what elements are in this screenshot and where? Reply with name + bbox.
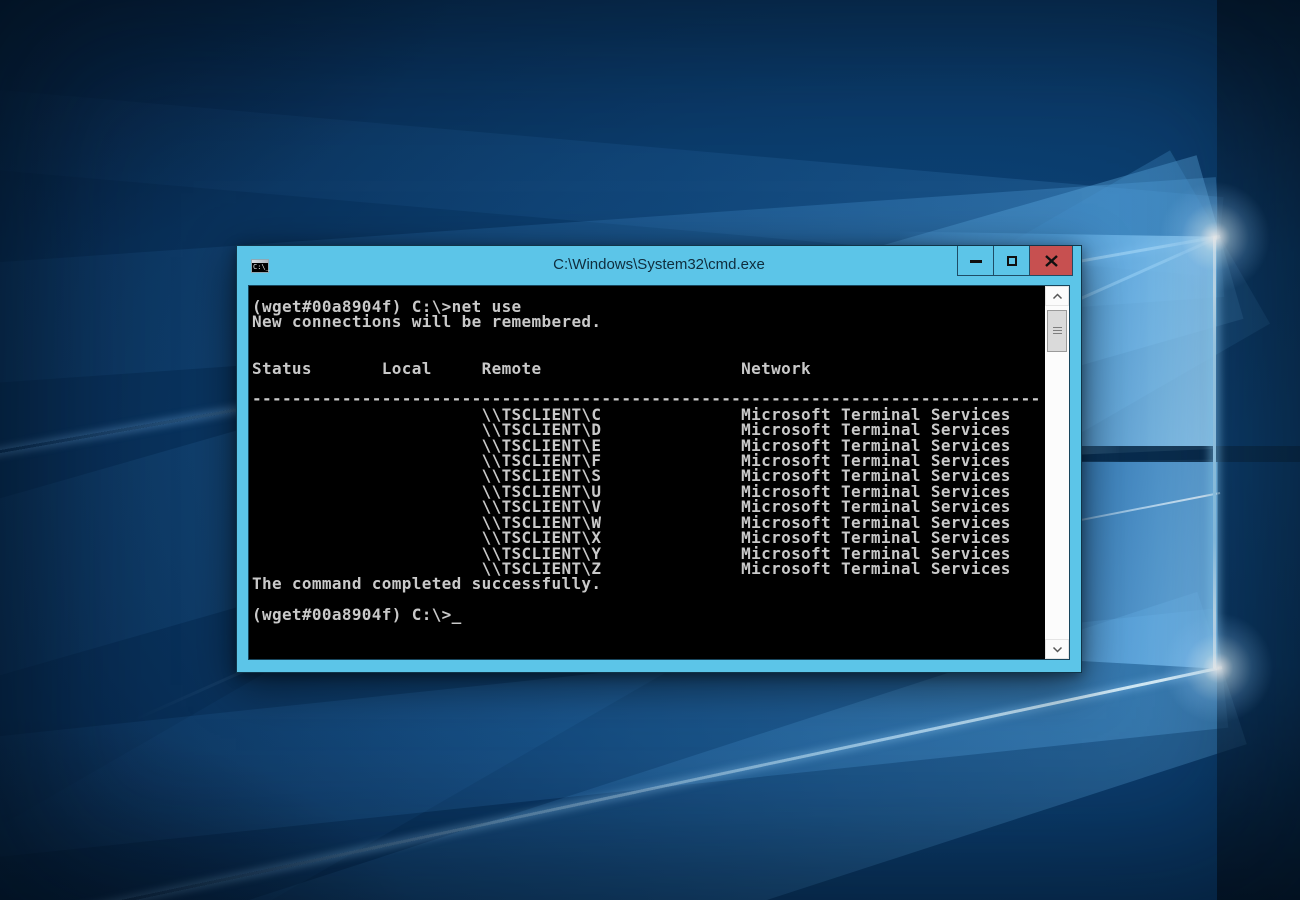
scroll-down-button[interactable] bbox=[1045, 639, 1069, 659]
wallpaper-glint-bottom bbox=[1158, 608, 1278, 728]
minimize-icon bbox=[970, 260, 982, 263]
scrollbar-grip bbox=[1053, 327, 1062, 335]
terminal-client-area: (wget#00a8904f) C:\>net use New connecti… bbox=[248, 285, 1070, 660]
wallpaper-glint-top bbox=[1155, 177, 1275, 297]
chevron-up-icon bbox=[1052, 293, 1063, 300]
cmd-window: C:\_ C:\Windows\System32\cmd.exe bbox=[236, 245, 1082, 673]
desktop: C:\_ C:\Windows\System32\cmd.exe bbox=[0, 0, 1300, 900]
window-controls bbox=[958, 246, 1073, 277]
close-icon bbox=[1045, 255, 1058, 267]
terminal-output[interactable]: (wget#00a8904f) C:\>net use New connecti… bbox=[249, 286, 1045, 659]
scrollbar[interactable] bbox=[1045, 286, 1069, 659]
scrollbar-thumb[interactable] bbox=[1047, 310, 1067, 352]
maximize-icon bbox=[1007, 256, 1017, 266]
chevron-down-icon bbox=[1052, 646, 1063, 653]
scroll-up-button[interactable] bbox=[1045, 286, 1069, 306]
window-title: C:\Windows\System32\cmd.exe bbox=[237, 246, 1081, 285]
maximize-button[interactable] bbox=[993, 246, 1030, 276]
titlebar[interactable]: C:\_ C:\Windows\System32\cmd.exe bbox=[237, 246, 1081, 285]
close-button[interactable] bbox=[1029, 246, 1073, 276]
wallpaper-right-shade bbox=[1217, 0, 1300, 900]
minimize-button[interactable] bbox=[957, 246, 994, 276]
wallpaper-logo-edge-line bbox=[1213, 237, 1216, 669]
